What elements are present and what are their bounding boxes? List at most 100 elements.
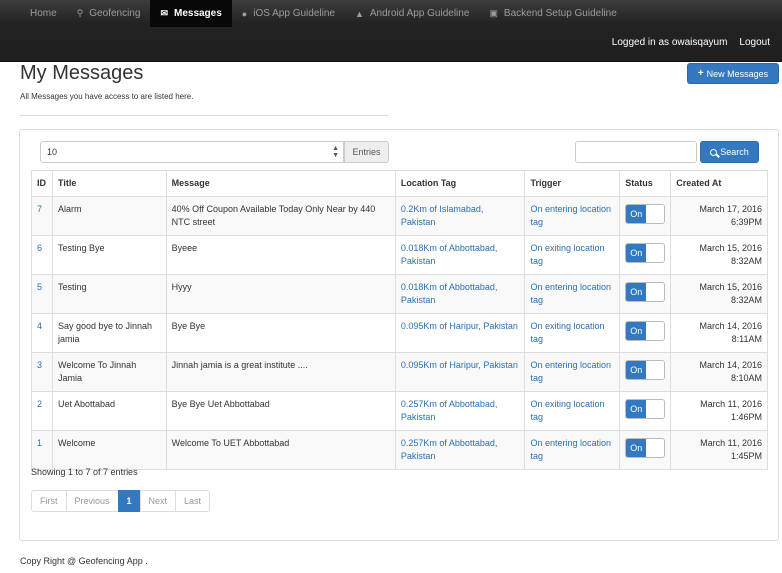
- row-id-link[interactable]: 7: [37, 204, 42, 214]
- nav-ios-label: iOS App Guideline: [253, 8, 335, 19]
- row-message: 40% Off Coupon Available Today Only Near…: [165, 196, 396, 236]
- row-id-link[interactable]: 3: [37, 360, 42, 370]
- row-date: March 11, 2016: [700, 438, 762, 448]
- row-trigger-link[interactable]: On exiting location tag: [530, 243, 604, 266]
- col-header-created[interactable]: Created At: [670, 170, 768, 197]
- page-previous[interactable]: Previous: [65, 490, 119, 512]
- row-date: March 15, 2016: [699, 282, 762, 292]
- row-title: Testing: [51, 274, 167, 314]
- col-header-status[interactable]: Status: [619, 170, 672, 197]
- col-header-id[interactable]: ID: [31, 170, 53, 197]
- table-row: 5 Testing Hyyy 0.018Km of Abbottabad, Pa…: [31, 274, 768, 314]
- nav-geofencing[interactable]: ⚲ Geofencing: [67, 0, 151, 27]
- toggle-knob: [646, 205, 665, 223]
- toggle-knob: [646, 283, 665, 301]
- new-messages-label: New Messages: [706, 68, 769, 79]
- logged-in-text: Logged in as owaisqayum: [611, 37, 728, 48]
- nav-geofencing-label: Geofencing: [89, 8, 141, 19]
- row-trigger-link[interactable]: On entering location tag: [530, 360, 611, 383]
- row-time: 1:45PM: [730, 451, 762, 461]
- row-trigger-link[interactable]: On entering location tag: [530, 282, 611, 305]
- col-header-message[interactable]: Message: [165, 170, 396, 197]
- entries-select[interactable]: 10 ▲ ▼: [40, 141, 344, 163]
- status-toggle[interactable]: On: [625, 399, 666, 419]
- plus-icon: +: [697, 68, 704, 79]
- toggle-knob: [646, 400, 665, 418]
- envelope-icon: ✉: [160, 8, 168, 18]
- status-on-label: On: [626, 322, 647, 340]
- row-date: March 14, 2016: [699, 360, 762, 370]
- row-location-link[interactable]: 0.257Km of Abbottabad, Pakistan: [401, 399, 498, 422]
- logout-link[interactable]: Logout: [739, 37, 770, 48]
- row-title: Alarm: [51, 196, 167, 236]
- row-trigger-link[interactable]: On entering location tag: [530, 204, 611, 227]
- row-trigger-link[interactable]: On exiting location tag: [530, 321, 604, 344]
- top-navbar: Home ⚲ Geofencing ✉ Messages ● iOS App Guid…: [0, 0, 782, 62]
- row-location-link[interactable]: 0.018Km of Abbottabad, Pakistan: [401, 282, 498, 305]
- row-location-link[interactable]: 0.257Km of Abbottabad, Pakistan: [401, 438, 498, 461]
- row-time: 6:39PM: [730, 217, 762, 227]
- new-messages-button[interactable]: + New Messages: [687, 63, 779, 84]
- row-message: Hyyy: [165, 274, 396, 314]
- row-message: Bye Bye Uet Abbottabad: [165, 391, 396, 431]
- row-date: March 14, 2016: [699, 321, 762, 331]
- row-trigger-link[interactable]: On exiting location tag: [530, 399, 604, 422]
- status-on-label: On: [626, 361, 647, 379]
- page-first[interactable]: First: [31, 490, 67, 512]
- nav-messages[interactable]: ✉ Messages: [150, 0, 232, 27]
- row-time: 8:32AM: [730, 295, 762, 305]
- table-row: 4 Say good bye to Jinnah jamia Bye Bye 0…: [31, 313, 768, 353]
- page-subtitle: All Messages you have access to are list…: [20, 92, 194, 101]
- search-input[interactable]: [575, 141, 697, 163]
- status-toggle[interactable]: On: [625, 282, 666, 302]
- row-date: March 15, 2016: [699, 243, 762, 253]
- toggle-knob: [646, 439, 665, 457]
- col-header-trigger[interactable]: Trigger: [524, 170, 621, 197]
- row-title: Uet Abottabad: [51, 391, 167, 431]
- row-trigger-link[interactable]: On entering location tag: [530, 438, 611, 461]
- footer-copyright: Copy Right @ Geofencing App .: [20, 556, 148, 566]
- status-on-label: On: [626, 283, 647, 301]
- search-icon: [710, 148, 718, 156]
- nav-android-label: Android App Guideline: [369, 8, 470, 19]
- row-id-link[interactable]: 1: [37, 438, 42, 448]
- nav-home-label: Home: [30, 8, 57, 19]
- row-id-link[interactable]: 6: [37, 243, 42, 253]
- row-id-link[interactable]: 5: [37, 282, 42, 292]
- nav-home[interactable]: Home: [20, 0, 67, 27]
- messages-table: ID Title Message Location Tag Trigger St…: [31, 170, 768, 470]
- page-next[interactable]: Next: [139, 490, 177, 512]
- status-on-label: On: [626, 439, 647, 457]
- row-location-link[interactable]: 0.095Km of Haripur, Pakistan: [401, 321, 518, 331]
- search-button[interactable]: Search: [700, 141, 759, 163]
- row-location-link[interactable]: 0.018Km of Abbottabad, Pakistan: [401, 243, 498, 266]
- col-header-title[interactable]: Title: [51, 170, 167, 197]
- status-toggle[interactable]: On: [625, 438, 666, 458]
- table-header-row: ID Title Message Location Tag Trigger St…: [31, 170, 768, 197]
- status-toggle[interactable]: On: [625, 321, 666, 341]
- map-marker-icon: ⚲: [76, 8, 84, 18]
- nav-backend-guideline[interactable]: ▣ Backend Setup Guideline: [479, 0, 626, 27]
- table-row: 3 Welcome To Jinnah Jamia Jinnah jamia i…: [31, 352, 768, 392]
- status-toggle[interactable]: On: [625, 243, 666, 263]
- toggle-knob: [646, 322, 665, 340]
- col-header-location[interactable]: Location Tag: [394, 170, 526, 197]
- row-date: March 11, 2016: [700, 399, 762, 409]
- status-toggle[interactable]: On: [625, 360, 666, 380]
- page-last[interactable]: Last: [175, 490, 211, 512]
- row-location-link[interactable]: 0.2Km of Islamabad, Pakistan: [401, 204, 484, 227]
- row-id-link[interactable]: 4: [37, 321, 42, 331]
- row-location-link[interactable]: 0.095Km of Haripur, Pakistan: [401, 360, 518, 370]
- status-toggle[interactable]: On: [625, 204, 666, 224]
- monitor-icon: ▣: [489, 8, 498, 18]
- row-message: Jinnah jamia is a great institute ....: [165, 352, 396, 392]
- status-on-label: On: [626, 400, 647, 418]
- divider: [20, 115, 388, 116]
- row-id-link[interactable]: 2: [37, 399, 42, 409]
- nav-android-guideline[interactable]: ▲ Android App Guideline: [345, 0, 479, 27]
- row-message: Bye Bye: [165, 313, 396, 353]
- row-title: Say good bye to Jinnah jamia: [51, 313, 167, 353]
- page-1[interactable]: 1: [117, 490, 141, 512]
- table-row: 7 Alarm 40% Off Coupon Available Today O…: [31, 196, 768, 236]
- nav-ios-guideline[interactable]: ● iOS App Guideline: [232, 0, 345, 27]
